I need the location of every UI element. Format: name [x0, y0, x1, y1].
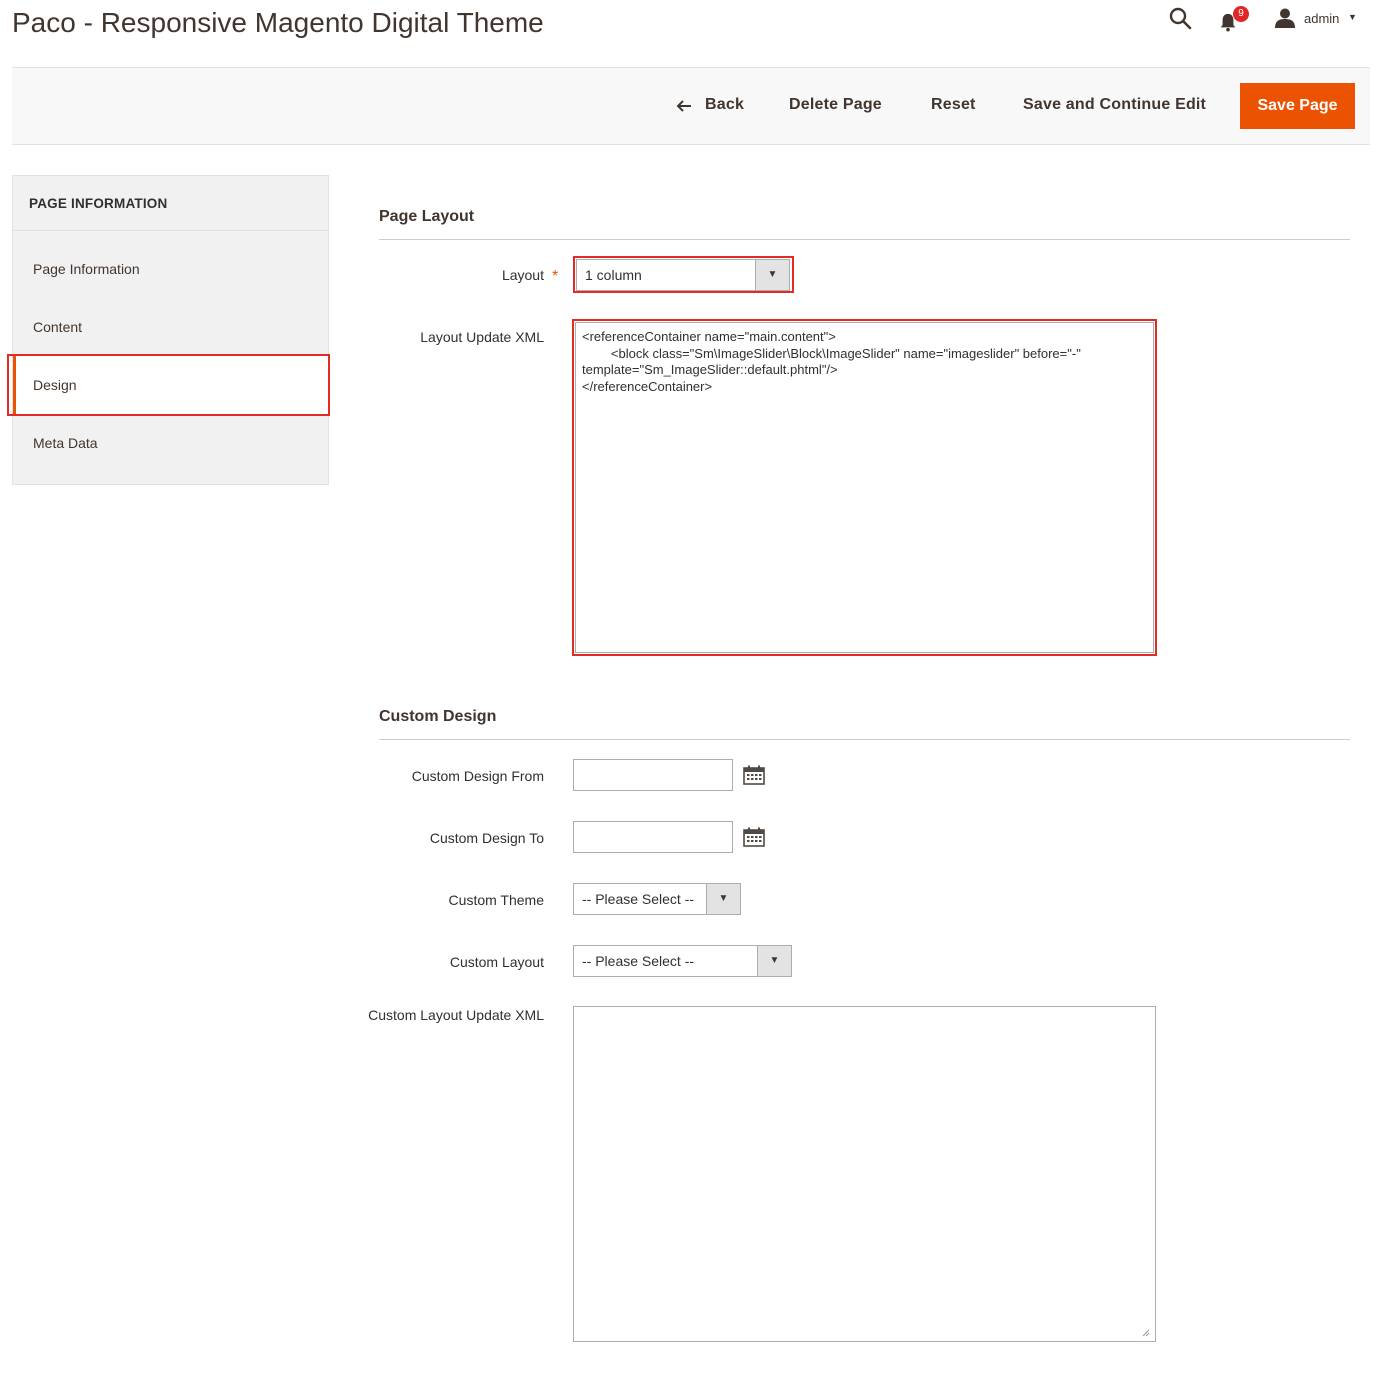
page-layout-section-title: Page Layout — [379, 208, 475, 225]
calendar-icon[interactable] — [743, 765, 765, 785]
sidebar-item-meta-data[interactable]: Meta Data — [13, 414, 328, 472]
layout-update-xml-label: Layout Update XML — [420, 329, 544, 345]
custom-design-from-input[interactable] — [573, 759, 733, 791]
custom-design-section-title: Custom Design — [379, 708, 497, 725]
notifications-button[interactable]: 9 — [1219, 6, 1253, 32]
user-name[interactable]: admin — [1304, 11, 1339, 26]
resize-grip-icon[interactable] — [1142, 1329, 1150, 1337]
custom-layout-label: Custom Layout — [449, 954, 544, 970]
calendar-icon[interactable] — [743, 827, 765, 847]
section-divider — [379, 239, 1350, 240]
layout-update-xml-textarea[interactable]: <referenceContainer name="main.content">… — [575, 322, 1154, 653]
chevron-down-icon[interactable]: ▼ — [1348, 12, 1357, 22]
chevron-down-icon: ▼ — [755, 260, 789, 290]
save-page-button[interactable]: Save Page — [1240, 83, 1355, 129]
sidebar-divider — [13, 230, 328, 231]
custom-theme-label: Custom Theme — [448, 892, 544, 908]
layout-label: Layout — [501, 267, 544, 283]
custom-layout-select[interactable]: -- Please Select -- ▼ — [573, 945, 792, 977]
back-button[interactable]: Back — [705, 96, 744, 114]
sidebar-item-content[interactable]: Content — [13, 298, 328, 356]
sidebar-item-page-information[interactable]: Page Information — [13, 240, 328, 298]
sidebar-title: PAGE INFORMATION — [29, 196, 168, 211]
page-actions-toolbar: Back Delete Page Reset Save and Continue… — [12, 67, 1370, 145]
custom-design-to-label: Custom Design To — [429, 830, 544, 846]
custom-design-to-input[interactable] — [573, 821, 733, 853]
reset-button[interactable]: Reset — [931, 96, 976, 114]
sidebar-item-design[interactable]: Design — [13, 356, 328, 414]
chevron-down-icon: ▼ — [757, 946, 791, 976]
required-indicator: * — [552, 268, 559, 285]
user-icon[interactable] — [1274, 8, 1296, 28]
custom-layout-update-xml-textarea[interactable] — [573, 1006, 1156, 1342]
page-title: Paco - Responsive Magento Digital Theme — [12, 7, 544, 38]
notification-count-badge: 9 — [1233, 6, 1249, 22]
custom-theme-select-value: -- Please Select -- — [582, 891, 695, 907]
chevron-down-icon: ▼ — [706, 884, 740, 914]
delete-page-button[interactable]: Delete Page — [789, 96, 882, 114]
sidebar-nav: PAGE INFORMATION Page Information Conten… — [12, 175, 329, 485]
save-and-continue-button[interactable]: Save and Continue Edit — [1023, 96, 1206, 114]
custom-theme-select[interactable]: -- Please Select -- ▼ — [573, 883, 741, 915]
custom-design-from-label: Custom Design From — [411, 768, 544, 784]
arrow-left-icon[interactable] — [676, 98, 692, 114]
layout-select-value: 1 column — [585, 267, 642, 283]
search-icon[interactable] — [1168, 6, 1192, 30]
custom-layout-select-value: -- Please Select -- — [582, 953, 695, 969]
layout-select[interactable]: 1 column ▼ — [576, 259, 790, 291]
custom-layout-update-xml-label: Custom Layout Update XML — [368, 1007, 544, 1023]
section-divider — [379, 739, 1350, 740]
